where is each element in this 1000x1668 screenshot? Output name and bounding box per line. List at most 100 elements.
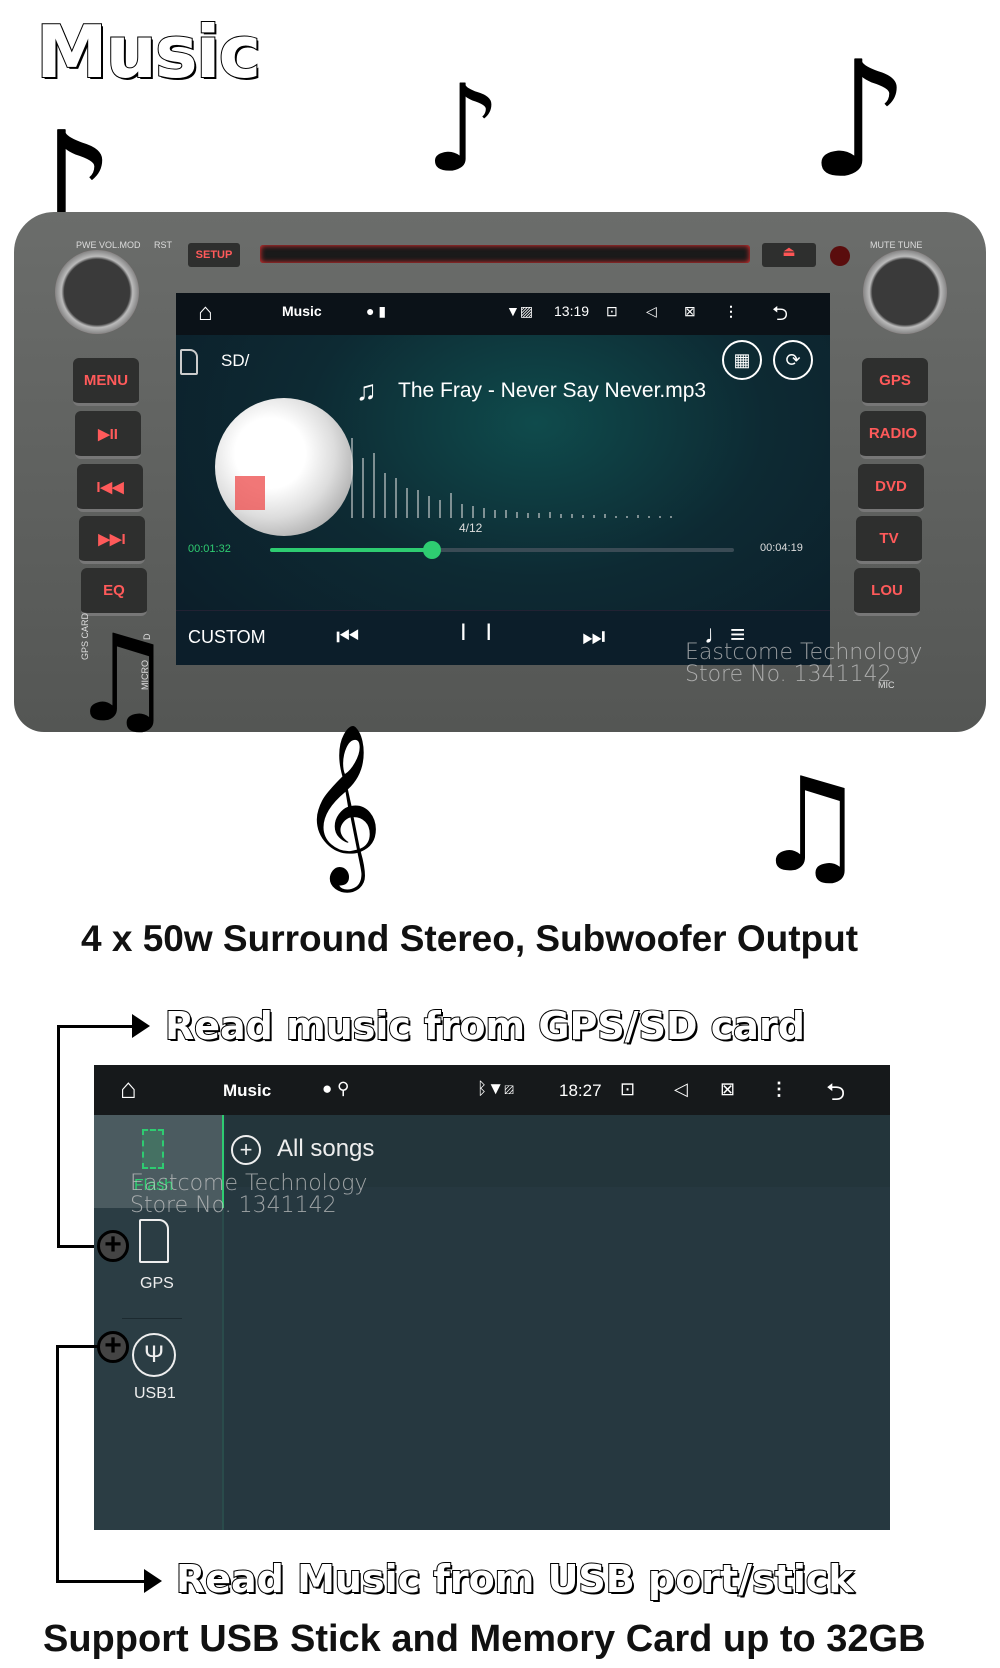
eq-mode-button[interactable]: CUSTOM	[188, 627, 266, 648]
music-note-icon: ♫	[356, 375, 377, 406]
spectrum-bar	[505, 510, 507, 518]
callout-usb: Read Music from USB port/stick	[175, 1556, 855, 1602]
back-icon[interactable]: ⮌	[772, 299, 788, 333]
cd-slot[interactable]	[260, 245, 750, 263]
spectrum-bar	[516, 512, 518, 518]
play-pause-button[interactable]: ▶II	[75, 411, 141, 459]
clock: 18:27	[559, 1081, 602, 1100]
spectrum-bar	[373, 453, 375, 518]
radio-button[interactable]: RADIO	[860, 411, 926, 459]
song-title: The Fray - Never Say Never.mp3	[398, 379, 707, 402]
watermark-line1: Eastcome Technology	[130, 1171, 368, 1196]
spectrum-bar	[670, 516, 672, 518]
eject-button[interactable]: ⏏	[762, 243, 816, 267]
home-icon[interactable]: ⌂	[198, 299, 213, 327]
spectrum-bar	[417, 490, 419, 518]
volume-icon[interactable]: ◁	[646, 303, 657, 320]
repeat-button[interactable]: ⟳	[773, 340, 813, 380]
progress-handle[interactable]	[423, 541, 442, 559]
back-icon[interactable]: ⮌	[826, 1075, 845, 1116]
tv-button[interactable]: TV	[856, 516, 922, 564]
spectrum-bar	[615, 516, 617, 518]
connector-line	[56, 1580, 148, 1583]
beamed-notes-icon: ♫	[752, 749, 869, 901]
elapsed-time: 00:01:32	[188, 543, 231, 555]
dvd-button[interactable]: DVD	[858, 464, 924, 512]
spectrum-bar	[560, 514, 562, 518]
footer-text: Support USB Stick and Memory Card up to …	[43, 1618, 926, 1660]
music-note-icon: ♪	[808, 26, 911, 213]
volume-knob[interactable]	[55, 250, 139, 334]
connector-line	[57, 1025, 137, 1028]
close-app-icon[interactable]: ⊠	[684, 303, 696, 320]
spectrum-bar	[549, 512, 551, 518]
previous-icon[interactable]: ⏮︎	[336, 621, 359, 653]
treble-clef-icon: 𝄞	[300, 723, 383, 886]
previous-button[interactable]: I◀◀	[77, 464, 143, 512]
notification-icon: ● ▮	[366, 303, 387, 319]
status-bar: ⌂ Music ● ⚲ ᛒ▼▨ 18:27 ⊡ ◁ ⊠ ⋮ ⮌	[94, 1065, 890, 1115]
spectrum-bar	[626, 516, 628, 518]
clock: 13:19	[554, 303, 590, 319]
spectrum-bar	[604, 514, 606, 518]
screenshot-icon[interactable]: ⊡	[620, 1079, 635, 1100]
spectrum-bar	[659, 516, 661, 518]
menu-button[interactable]: MENU	[73, 358, 139, 406]
path-label: SD/	[221, 351, 250, 370]
next-button[interactable]: ▶▶I	[79, 516, 145, 564]
watermark-line2: Store No. 1341142	[685, 662, 892, 687]
close-app-icon[interactable]: ⊠	[720, 1079, 735, 1100]
next-icon[interactable]: ⏭︎	[582, 621, 605, 653]
watermark-line2: Store No. 1341142	[130, 1193, 337, 1218]
spectrum-bar	[450, 493, 452, 518]
more-icon[interactable]: ⋮	[724, 303, 738, 320]
usb-icon: Ψ	[132, 1333, 176, 1377]
screenshot-icon[interactable]: ⊡	[606, 303, 618, 320]
usb-status-icon: ● ⚲	[322, 1079, 350, 1098]
progress-slider[interactable]	[270, 541, 734, 559]
spectrum-bar	[362, 458, 364, 518]
volume-icon[interactable]: ◁	[674, 1079, 688, 1100]
spectrum-bar	[395, 478, 397, 518]
add-circle-icon: +	[231, 1135, 261, 1165]
spectrum-bar	[582, 515, 584, 518]
page-title: Music	[35, 9, 262, 95]
pause-icon[interactable]: I I	[460, 619, 498, 647]
arrow-head-icon	[132, 1014, 150, 1038]
music-note-icon: ♪	[425, 60, 502, 199]
home-icon[interactable]: ⌂	[120, 1073, 137, 1105]
lou-button[interactable]: LOU	[854, 568, 920, 616]
bluetooth-wifi-icon: ᛒ▼▨	[477, 1079, 515, 1098]
spectrum-bar	[593, 515, 595, 518]
more-icon[interactable]: ⋮	[770, 1079, 788, 1100]
arrow-head-icon	[144, 1569, 162, 1593]
progress-fill	[270, 548, 433, 552]
watermark-line1: Eastcome Technology	[685, 640, 923, 665]
sd-card-icon	[139, 1219, 169, 1263]
callout-sd: Read music from GPS/SD card	[164, 1003, 806, 1049]
spectrum-bar	[571, 514, 573, 518]
gps-button[interactable]: GPS	[862, 358, 928, 406]
mute-label: MUTE TUNE	[870, 240, 923, 250]
spectrum-bar	[527, 513, 529, 518]
spectrum-bar	[428, 496, 430, 518]
connector-line	[57, 1245, 99, 1248]
equalizer-button[interactable]: ▦	[722, 340, 762, 380]
setup-button[interactable]: SETUP	[188, 243, 240, 267]
eq-button[interactable]: EQ	[81, 568, 147, 616]
connector-line	[56, 1345, 59, 1583]
music-player-screen: ⌂ Music ● ▮ ▼▨ 13:19 ⊡ ◁ ⊠ ⋮ ⮌ SD/ ▦ ⟳ ♫…	[176, 293, 830, 665]
spectrum-bar	[406, 488, 408, 518]
watermark: Eastcome Technology Store No. 1341142	[685, 642, 922, 686]
spectrum-bar	[648, 516, 650, 518]
reset-label: RST	[154, 240, 172, 250]
spectrum-bar	[538, 513, 540, 518]
tune-knob[interactable]	[863, 250, 947, 334]
divider	[122, 1318, 182, 1319]
spectrum-bar	[439, 500, 441, 518]
power-indicator	[830, 246, 850, 266]
spectrum-bar	[351, 438, 353, 518]
plus-circle-icon: +	[97, 1230, 129, 1262]
app-title: Music	[282, 303, 322, 319]
plus-circle-icon: +	[97, 1331, 129, 1363]
